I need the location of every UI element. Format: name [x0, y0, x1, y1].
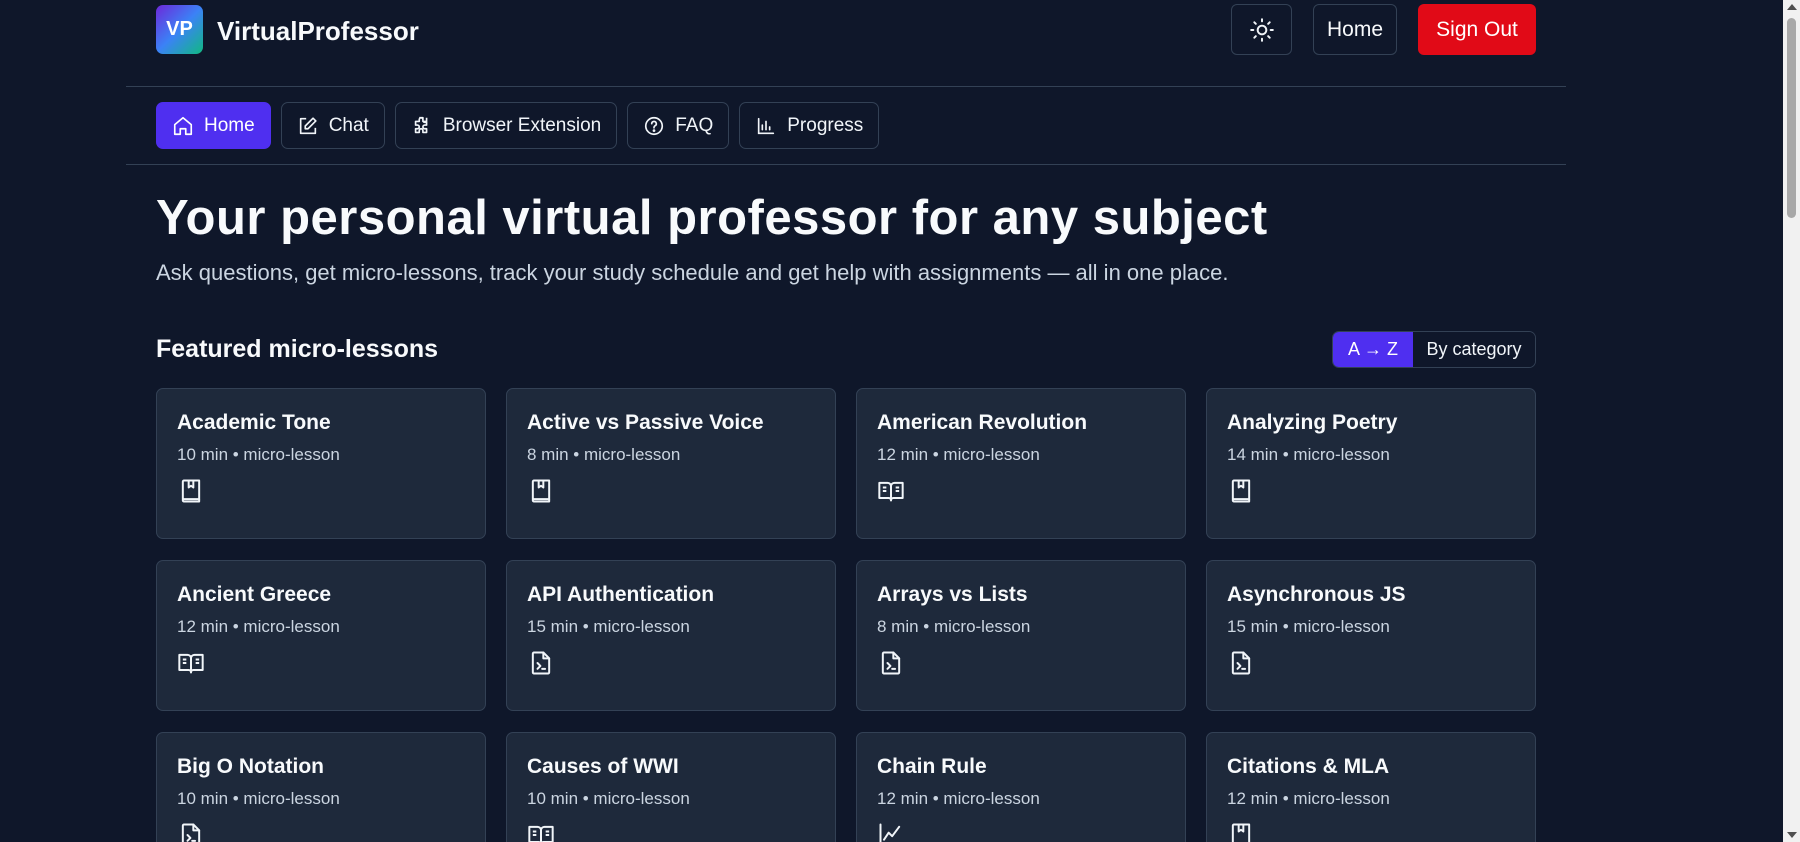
chart-line-icon [877, 821, 905, 842]
edit-icon [299, 116, 317, 134]
lesson-title: Asynchronous JS [1227, 583, 1406, 606]
app-container: VP VirtualProfessor Home Sign Out Home C… [126, 0, 1566, 842]
nav-faq[interactable]: FAQ [627, 102, 730, 149]
lesson-card[interactable]: Big O Notation 10 min • micro-lesson [156, 732, 486, 842]
nav-chat-label: Chat [328, 114, 369, 136]
lesson-title: Arrays vs Lists [877, 583, 1028, 606]
nav-chat[interactable]: Chat [280, 102, 385, 149]
nav-faq-label: FAQ [675, 114, 714, 136]
home-button[interactable]: Home [1313, 4, 1397, 55]
scroll-thumb[interactable] [1787, 18, 1796, 218]
lesson-meta: 15 min • micro-lesson [527, 617, 690, 636]
lesson-card[interactable]: Asynchronous JS 15 min • micro-lesson [1206, 560, 1536, 711]
nav-home[interactable]: Home [156, 102, 271, 149]
sort-category-option[interactable]: By category [1413, 332, 1535, 367]
lesson-card[interactable]: Ancient Greece 12 min • micro-lesson [156, 560, 486, 711]
lesson-title: Active vs Passive Voice [527, 411, 764, 434]
sign-out-button[interactable]: Sign Out [1418, 4, 1536, 55]
main-nav: Home Chat Browser Extension FAQ Progress [156, 102, 880, 149]
lesson-card[interactable]: Active vs Passive Voice 8 min • micro-le… [506, 388, 836, 539]
lesson-title: Causes of WWI [527, 755, 679, 778]
nav-progress-label: Progress [787, 114, 864, 136]
sort-az-option[interactable]: A → Z [1333, 332, 1413, 367]
chart-icon [758, 117, 775, 134]
page-subtitle: Ask questions, get micro-lessons, track … [156, 260, 1229, 285]
lesson-card[interactable]: Analyzing Poetry 14 min • micro-lesson [1206, 388, 1536, 539]
lesson-title: Citations & MLA [1227, 755, 1390, 778]
lesson-meta: 12 min • micro-lesson [177, 617, 340, 636]
book-open-icon [527, 821, 555, 842]
header-divider [126, 86, 1566, 87]
lesson-meta: 10 min • micro-lesson [177, 445, 340, 464]
brand-name[interactable]: VirtualProfessor [217, 16, 419, 47]
file-code-icon [527, 649, 555, 677]
lesson-meta: 15 min • micro-lesson [1227, 617, 1390, 636]
lesson-meta: 12 min • micro-lesson [877, 445, 1040, 464]
lesson-title: API Authentication [527, 583, 715, 606]
lesson-card[interactable]: Academic Tone 10 min • micro-lesson [156, 388, 486, 539]
book-icon [1227, 821, 1255, 842]
lesson-card[interactable]: Arrays vs Lists 8 min • micro-lesson [856, 560, 1186, 711]
file-code-icon [1227, 649, 1255, 677]
section-title: Featured micro-lessons [156, 335, 439, 363]
file-code-icon [877, 649, 905, 677]
logo-badge[interactable]: VP [156, 5, 203, 54]
file-code-icon [177, 821, 205, 842]
sun-icon [1249, 17, 1274, 42]
lesson-meta: 8 min • micro-lesson [877, 617, 1031, 636]
help-circle-icon [645, 116, 664, 135]
book-open-icon [877, 477, 905, 505]
book-open-icon [177, 649, 205, 677]
lesson-card[interactable]: Causes of WWI 10 min • micro-lesson [506, 732, 836, 842]
book-icon [527, 477, 555, 505]
lesson-grid: Academic Tone 10 min • micro-lesson Acti… [156, 388, 1536, 842]
sort-toggle: A → Z By category [1332, 331, 1536, 368]
lesson-card[interactable]: Citations & MLA 12 min • micro-lesson [1206, 732, 1536, 842]
lesson-card[interactable]: API Authentication 15 min • micro-lesson [506, 560, 836, 711]
lesson-meta: 12 min • micro-lesson [1227, 789, 1390, 808]
header: VP VirtualProfessor Home Sign Out [126, 0, 1566, 86]
lesson-meta: 8 min • micro-lesson [527, 445, 681, 464]
lesson-title: Analyzing Poetry [1227, 411, 1398, 434]
book-icon [177, 477, 205, 505]
lesson-title: American Revolution [877, 411, 1088, 434]
book-icon [1227, 477, 1255, 505]
lesson-meta: 10 min • micro-lesson [177, 789, 340, 808]
page-scrollbar[interactable] [1783, 0, 1800, 842]
nav-browser-extension-label: Browser Extension [442, 114, 602, 136]
lesson-title: Academic Tone [177, 411, 331, 434]
nav-divider [126, 164, 1566, 165]
lesson-card[interactable]: Chain Rule 12 min • micro-lesson [856, 732, 1186, 842]
lesson-meta: 10 min • micro-lesson [527, 789, 690, 808]
puzzle-icon [414, 116, 428, 133]
page-title: Your personal virtual professor for any … [156, 191, 1268, 245]
nav-browser-extension[interactable]: Browser Extension [394, 102, 618, 149]
nav-progress[interactable]: Progress [739, 102, 880, 149]
lesson-title: Chain Rule [877, 755, 987, 778]
lesson-meta: 12 min • micro-lesson [877, 789, 1040, 808]
lesson-meta: 14 min • micro-lesson [1227, 445, 1390, 464]
theme-toggle-button[interactable] [1231, 4, 1292, 55]
home-icon [173, 116, 193, 135]
nav-home-label: Home [204, 114, 255, 136]
scroll-down-arrow[interactable] [1787, 832, 1797, 838]
lesson-title: Ancient Greece [177, 583, 332, 606]
lesson-title: Big O Notation [177, 755, 324, 778]
lesson-card[interactable]: American Revolution 12 min • micro-lesso… [856, 388, 1186, 539]
scroll-up-arrow[interactable] [1787, 4, 1797, 10]
